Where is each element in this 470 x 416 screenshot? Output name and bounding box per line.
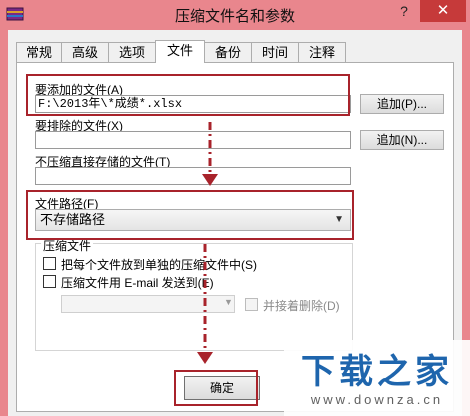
watermark-url: www.downza.cn <box>310 392 444 407</box>
arrow-head-1 <box>202 174 218 186</box>
tab-files[interactable]: 文件 <box>155 40 205 63</box>
watermark-logo: 下载之家 <box>301 353 453 391</box>
watermark: 下载之家 www.downza.cn <box>284 340 470 416</box>
arrow-head-2 <box>197 352 213 364</box>
